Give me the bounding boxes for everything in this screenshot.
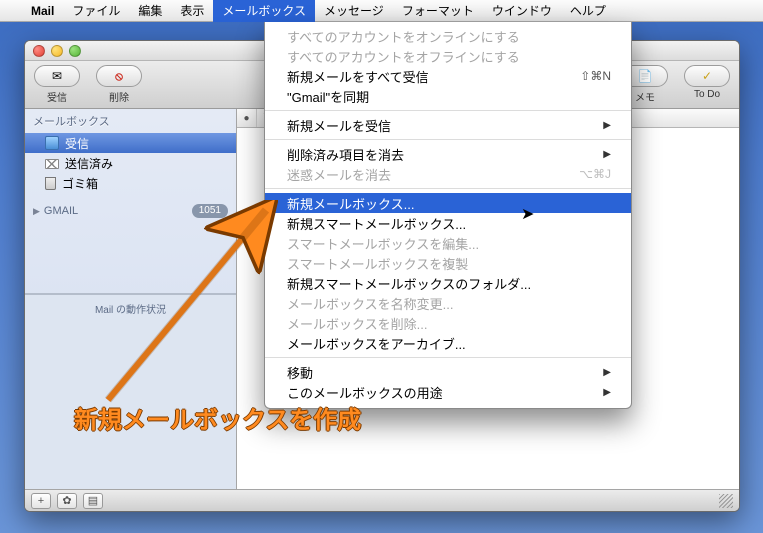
menu-message[interactable]: メッセージ bbox=[315, 0, 393, 22]
menu-item-label: 新規スマートメールボックス... bbox=[287, 214, 466, 233]
menu-item-label: "Gmail"を同期 bbox=[287, 87, 369, 106]
menu-item-label: スマートメールボックスを複製 bbox=[287, 254, 468, 273]
menu-item-label: メールボックスを削除... bbox=[287, 314, 427, 333]
menu-item-shortcut: ⌥⌘J bbox=[579, 167, 611, 181]
resize-grip[interactable] bbox=[719, 494, 733, 508]
menu-item: スマートメールボックスを複製 bbox=[265, 253, 631, 273]
sidebar-item-trash[interactable]: ゴミ箱 bbox=[25, 173, 236, 193]
sidebar-account-gmail[interactable]: ▶ GMAIL 1051 bbox=[25, 201, 236, 221]
submenu-arrow-icon: ▶ bbox=[603, 120, 611, 131]
menu-item-label: メールボックスをアーカイブ... bbox=[287, 334, 466, 353]
menu-item-label: すべてのアカウントをオフラインにする bbox=[287, 47, 520, 66]
menu-item-label: すべてのアカウントをオンラインにする bbox=[287, 27, 520, 46]
toolbar-inbox[interactable]: ✉︎ 受信 bbox=[33, 65, 81, 104]
action-button-2[interactable]: ▤ bbox=[83, 493, 103, 509]
menu-item-label: 迷惑メールを消去 bbox=[287, 165, 391, 184]
sidebar-activity[interactable]: Mail の動作状況 bbox=[25, 294, 236, 322]
menu-item: 迷惑メールを消去 ⌥⌘J bbox=[265, 164, 631, 184]
menu-item[interactable]: "Gmail"を同期 bbox=[265, 86, 631, 106]
col-status[interactable]: ● bbox=[237, 109, 257, 127]
zoom-button[interactable] bbox=[69, 45, 81, 57]
sidebar-header: メールボックス bbox=[25, 109, 236, 133]
menu-item: メールボックスを名称変更... bbox=[265, 293, 631, 313]
sidebar: メールボックス 受信 送信済み ゴミ箱 ▶ GMAIL 1051 Mail の動… bbox=[25, 109, 237, 489]
submenu-arrow-icon: ▶ bbox=[603, 367, 611, 378]
menu-item-label: 新規スマートメールボックスのフォルダ... bbox=[287, 274, 531, 293]
menu-item[interactable]: 移動 ▶ bbox=[265, 362, 631, 382]
menu-item[interactable]: 新規メールをすべて受信 ⇧⌘N bbox=[265, 66, 631, 86]
menu-item[interactable]: 新規メールを受信 ▶ bbox=[265, 115, 631, 135]
toolbar-delete[interactable]: ⦸ 削除 bbox=[95, 65, 143, 104]
sidebar-item-sent[interactable]: 送信済み bbox=[25, 153, 236, 173]
toolbar-todo[interactable]: ✓ To Do bbox=[683, 65, 731, 100]
sidebar-item-inbox[interactable]: 受信 bbox=[25, 133, 236, 153]
close-button[interactable] bbox=[33, 45, 45, 57]
statusbar: + ✿ ▤ bbox=[25, 489, 739, 511]
menu-item[interactable]: メールボックスをアーカイブ... bbox=[265, 333, 631, 353]
menu-item[interactable]: 新規スマートメールボックスのフォルダ... bbox=[265, 273, 631, 293]
sidebar-trash-label: ゴミ箱 bbox=[62, 175, 98, 192]
trash-icon bbox=[45, 177, 56, 190]
menu-mailbox[interactable]: メールボックス bbox=[213, 0, 315, 22]
sidebar-account-label: GMAIL bbox=[44, 205, 78, 217]
todo-icon: ✓ bbox=[702, 69, 712, 83]
menu-item: すべてのアカウントをオンラインにする bbox=[265, 26, 631, 46]
menu-format[interactable]: フォーマット bbox=[393, 0, 483, 22]
sidebar-account-count: 1051 bbox=[192, 204, 228, 218]
minimize-button[interactable] bbox=[51, 45, 63, 57]
menu-item[interactable]: このメールボックスの用途 ▶ bbox=[265, 382, 631, 402]
add-button[interactable]: + bbox=[31, 493, 51, 509]
menu-edit[interactable]: 編集 bbox=[129, 0, 171, 22]
menu-item[interactable]: 新規メールボックス... bbox=[265, 193, 631, 213]
submenu-arrow-icon: ▶ bbox=[603, 149, 611, 160]
menu-item-label: 移動 bbox=[287, 363, 313, 382]
menu-item-label: スマートメールボックスを編集... bbox=[287, 234, 479, 253]
delete-icon: ⦸ bbox=[115, 69, 123, 84]
inbox-icon bbox=[45, 136, 59, 150]
menu-item-label: 新規メールをすべて受信 bbox=[287, 67, 429, 86]
sidebar-inbox-label: 受信 bbox=[65, 135, 89, 152]
action-button[interactable]: ✿ bbox=[57, 493, 77, 509]
inbox-icon: ✉︎ bbox=[52, 69, 62, 83]
submenu-arrow-icon: ▶ bbox=[603, 387, 611, 398]
disclosure-triangle-icon: ▶ bbox=[33, 206, 40, 217]
memo-icon: 📄 bbox=[638, 69, 653, 83]
menu-item-label: 新規メールを受信 bbox=[287, 116, 391, 135]
menu-item-shortcut: ⇧⌘N bbox=[580, 69, 611, 83]
menu-item: すべてのアカウントをオフラインにする bbox=[265, 46, 631, 66]
menu-item-label: 新規メールボックス... bbox=[287, 194, 414, 213]
menu-item[interactable]: 新規スマートメールボックス... bbox=[265, 213, 631, 233]
menu-app[interactable]: Mail bbox=[22, 0, 63, 22]
menubar: Mail ファイル 編集 表示 メールボックス メッセージ フォーマット ウイン… bbox=[0, 0, 763, 22]
menu-item-label: このメールボックスの用途 bbox=[287, 383, 443, 402]
menu-file[interactable]: ファイル bbox=[63, 0, 129, 22]
mailbox-menu: すべてのアカウントをオンラインにするすべてのアカウントをオフラインにする新規メー… bbox=[264, 22, 632, 409]
menu-item-label: メールボックスを名称変更... bbox=[287, 294, 453, 313]
menu-view[interactable]: 表示 bbox=[171, 0, 213, 22]
menu-window[interactable]: ウインドウ bbox=[483, 0, 561, 22]
menu-item: スマートメールボックスを編集... bbox=[265, 233, 631, 253]
sent-icon bbox=[45, 159, 59, 169]
menu-item[interactable]: 削除済み項目を消去 ▶ bbox=[265, 144, 631, 164]
menu-item: メールボックスを削除... bbox=[265, 313, 631, 333]
sidebar-sent-label: 送信済み bbox=[65, 155, 113, 172]
menu-item-label: 削除済み項目を消去 bbox=[287, 145, 404, 164]
menu-help[interactable]: ヘルプ bbox=[561, 0, 615, 22]
